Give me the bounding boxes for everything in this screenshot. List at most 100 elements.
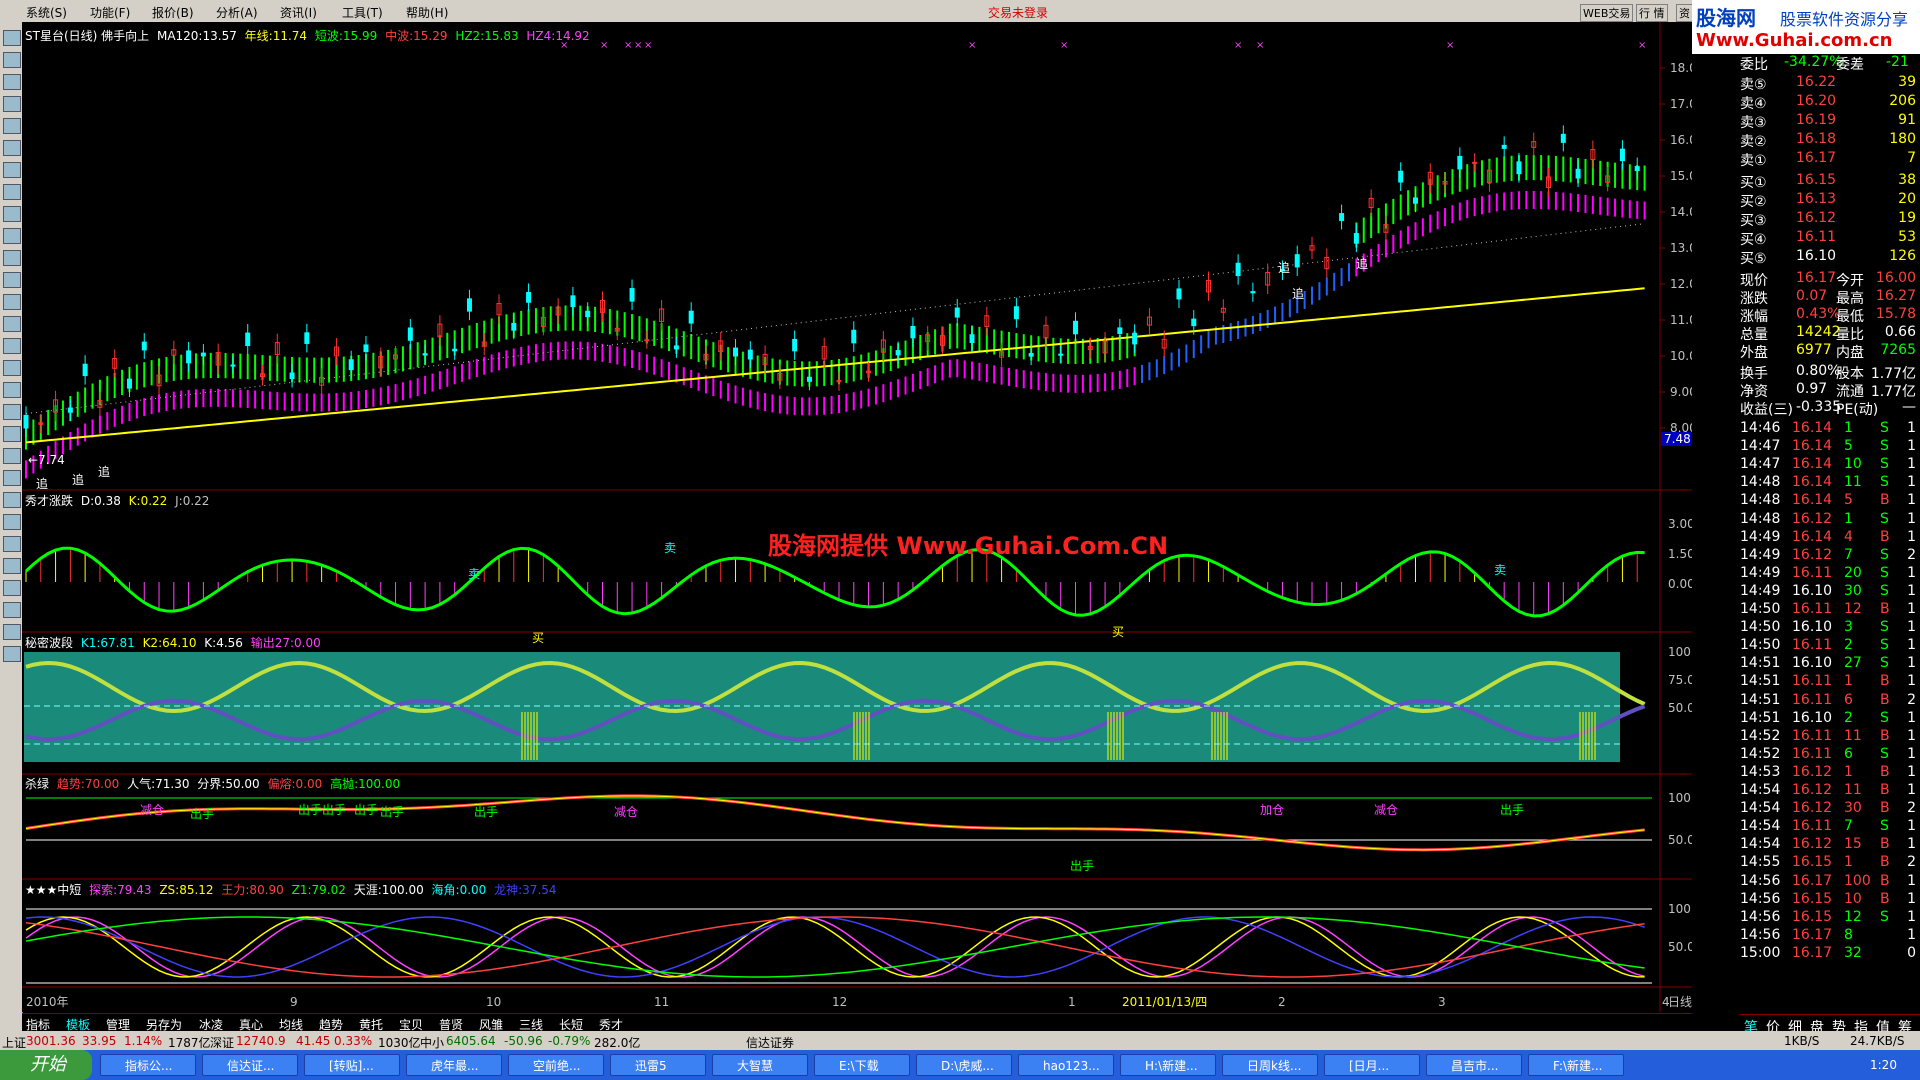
quote-button[interactable]: 行 情 <box>1636 4 1668 22</box>
chuhand-label: 出手 <box>1070 859 1094 873</box>
tick-volume: 7 <box>1844 546 1853 563</box>
menu-quote[interactable]: 报价(B) <box>152 4 194 21</box>
taskbar-task[interactable]: D:\虎威... <box>916 1054 1012 1076</box>
candle <box>1398 170 1404 183</box>
stat-value: 14242 <box>1796 324 1841 340</box>
toolbar-tool-icon[interactable] <box>3 30 21 46</box>
toolbar-tool-icon[interactable] <box>3 382 21 398</box>
taskbar-task[interactable]: 昌吉市... <box>1426 1054 1522 1076</box>
toolbar-tool-icon[interactable] <box>3 404 21 420</box>
web-trade-button[interactable]: WEB交易 <box>1580 4 1634 22</box>
tick-count: 1 <box>1907 564 1916 581</box>
taskbar-task[interactable]: 迅雷5 <box>610 1054 706 1076</box>
toolbar-tool-icon[interactable] <box>3 448 21 464</box>
toolbar-tool-icon[interactable] <box>3 426 21 442</box>
tick-row: 14:50 16.10 3 S 1 <box>1740 619 1920 637</box>
sell-row: 卖① 16.17 7 <box>1740 150 1920 169</box>
toolbar-tool-icon[interactable] <box>3 492 21 508</box>
toolbar-tool-icon[interactable] <box>3 536 21 552</box>
taskbar-task[interactable]: F:\新建... <box>1528 1054 1624 1076</box>
menu-help[interactable]: 帮助(H) <box>406 4 448 21</box>
taskbar-task[interactable]: hao123... <box>1018 1054 1114 1076</box>
sh-pct: 1.14% <box>124 1034 163 1048</box>
tick-count: 1 <box>1907 890 1916 907</box>
svg-text:×: × <box>1060 40 1068 51</box>
toolbar-tool-icon[interactable] <box>3 360 21 376</box>
date-tick: 1 <box>1068 995 1076 1009</box>
indicator-value: 天涯:100.00 <box>349 883 424 897</box>
toolbar-tool-icon[interactable] <box>3 272 21 288</box>
taskbar-task[interactable]: [日月... <box>1324 1054 1420 1076</box>
taskbar-task[interactable]: 指标公... <box>100 1054 196 1076</box>
buy-label: 买 <box>532 631 544 645</box>
taskbar-task[interactable]: 日周k线... <box>1222 1054 1318 1076</box>
start-button[interactable]: 开始 <box>0 1050 92 1080</box>
tick-row: 14:52 16.11 11 B 1 <box>1740 728 1920 746</box>
toolbar-tool-icon[interactable] <box>3 514 21 530</box>
menu-info[interactable]: 资讯(I) <box>280 4 317 21</box>
tick-price: 16.10 <box>1792 655 1833 672</box>
indicator-value: 分界:50.00 <box>193 777 260 791</box>
date-tick: 10 <box>486 995 501 1009</box>
candle <box>806 376 812 382</box>
toolbar-tool-icon[interactable] <box>3 162 21 178</box>
tick-row: 14:49 16.10 30 S 1 <box>1740 583 1920 601</box>
menu-function[interactable]: 功能(F) <box>90 4 130 21</box>
sh-change: 33.95 <box>82 1034 117 1048</box>
taskbar-task[interactable]: 空前绝... <box>508 1054 604 1076</box>
indicator-value: 短波:15.99 <box>311 29 378 43</box>
stat-value: 0.43% <box>1796 306 1841 322</box>
menu-tools[interactable]: 工具(T) <box>342 4 383 21</box>
taskbar-task[interactable]: 大智慧 <box>712 1054 808 1076</box>
candle <box>1058 353 1064 356</box>
price-tick: 9.00 <box>1670 385 1692 399</box>
toolbar-tool-icon[interactable] <box>3 96 21 112</box>
toolbar-tool-icon[interactable] <box>3 250 21 266</box>
menu-system[interactable]: 系统(S) <box>26 4 67 21</box>
candle <box>1412 197 1418 204</box>
chart-canvas[interactable]: 18.0017.0016.0015.0014.0013.0012.0011.00… <box>22 22 1692 1012</box>
toolbar-tool-icon[interactable] <box>3 602 21 618</box>
toolbar-tool-icon[interactable] <box>3 580 21 596</box>
toolbar-tool-icon[interactable] <box>3 228 21 244</box>
sell-price: 16.18 <box>1796 131 1837 147</box>
candle <box>969 334 975 343</box>
candle <box>1235 262 1241 277</box>
tick-volume: 1 <box>1844 854 1853 871</box>
toolbar-tool-icon[interactable] <box>3 338 21 354</box>
tick-time: 14:48 <box>1740 474 1781 491</box>
indicator-value: K1:67.81 <box>80 636 135 650</box>
toolbar-tool-icon[interactable] <box>3 140 21 156</box>
tick-volume: 2 <box>1844 709 1853 726</box>
taskbar-task[interactable]: E:\下载 <box>814 1054 910 1076</box>
toolbar-tool-icon[interactable] <box>3 52 21 68</box>
toolbar-tool-icon[interactable] <box>3 558 21 574</box>
taskbar-task[interactable]: 虎年最... <box>406 1054 502 1076</box>
sell-label: 卖③ <box>1740 115 1767 131</box>
tick-row: 14:48 16.14 11 S 1 <box>1740 474 1920 492</box>
taskbar-task[interactable]: [转贴]... <box>304 1054 400 1076</box>
tick-row: 14:51 16.10 2 S 1 <box>1740 710 1920 728</box>
taskbar-task[interactable]: H:\新建... <box>1120 1054 1216 1076</box>
toolbar-tool-icon[interactable] <box>3 206 21 222</box>
taskbar-task[interactable]: 信达证... <box>202 1054 298 1076</box>
toolbar-tool-icon[interactable] <box>3 646 21 662</box>
toolbar-tool-icon[interactable] <box>3 470 21 486</box>
chart-area[interactable]: 18.0017.0016.0015.0014.0013.0012.0011.00… <box>22 22 1692 1012</box>
toolbar-tool-icon[interactable] <box>3 184 21 200</box>
toolbar-tool-icon[interactable] <box>3 74 21 90</box>
reduce-label: 减仓 <box>614 805 638 819</box>
candle <box>348 359 354 371</box>
toolbar-tool-icon[interactable] <box>3 624 21 640</box>
tick-time: 14:50 <box>1740 601 1781 617</box>
tick-price: 16.11 <box>1792 727 1833 744</box>
trade-status[interactable]: 交易未登录 <box>988 4 1048 21</box>
guhai-logo: 股海网 股票软件资源分享 Www.Guhai.com.cn <box>1692 0 1920 54</box>
buy-volume: 53 <box>1898 229 1916 245</box>
menu-analysis[interactable]: 分析(A) <box>216 4 258 21</box>
toolbar-tool-icon[interactable] <box>3 294 21 310</box>
stat-label: 股本 <box>1836 366 1864 382</box>
toolbar-tool-icon[interactable] <box>3 316 21 332</box>
tick-time: 14:55 <box>1740 854 1781 871</box>
toolbar-tool-icon[interactable] <box>3 118 21 134</box>
